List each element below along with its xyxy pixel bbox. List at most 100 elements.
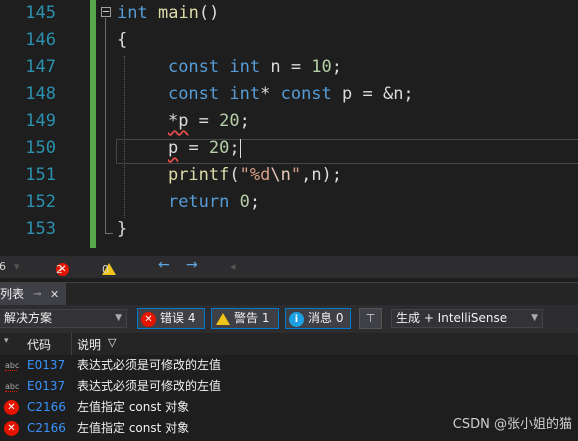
build-value: 生成 + IntelliSense [396, 311, 508, 325]
error-code-link[interactable]: E0137 [27, 376, 65, 397]
zoom-level[interactable]: 6 [0, 260, 6, 273]
fold-line [105, 18, 106, 234]
code-line[interactable]: } [117, 216, 127, 243]
error-list-header: 列表 ⊸ ✕ [0, 282, 578, 306]
navigate-forward-icon[interactable]: → [186, 257, 198, 273]
build-intellisense-dropdown[interactable]: 生成 + IntelliSense ▼ [391, 309, 543, 328]
column-header-description[interactable]: 说明 [77, 336, 101, 353]
code-token: 20 [219, 111, 240, 131]
collapse-arrow-icon[interactable]: ▾ [4, 336, 9, 346]
change-tracking-bar [90, 0, 96, 248]
warnings-filter-label: 警告 1 [234, 311, 270, 325]
editor-status-bar: 6 ▾ ✕ 2 0 ← → ◂ [0, 256, 578, 278]
code-line[interactable]: int main() [117, 0, 219, 27]
watermark: CSDN @张小姐的猫 [452, 417, 572, 432]
column-header-code[interactable]: 代码 [27, 336, 51, 353]
abc-icon: abc [5, 376, 19, 397]
scroll-left-icon[interactable]: ◂ [230, 260, 236, 273]
warning-count: 0 [102, 263, 109, 276]
fold-line-end [105, 233, 113, 234]
code-line[interactable]: const int* const p = &n; [127, 81, 414, 108]
scope-value: 解决方案 [4, 311, 53, 325]
scope-dropdown[interactable]: 解决方案 ▼ [0, 309, 127, 328]
line-number: 152 [25, 192, 56, 212]
code-token: const [167, 84, 220, 104]
navigate-back-icon[interactable]: ← [158, 257, 170, 273]
error-icon: ✕ [141, 312, 156, 327]
column-divider[interactable] [71, 333, 72, 355]
error-code-link[interactable]: E0137 [27, 355, 65, 376]
code-token: "%d [239, 165, 271, 185]
error-code-link[interactable]: C2166 [27, 418, 66, 439]
close-icon[interactable]: ✕ [50, 283, 59, 306]
code-line[interactable]: const int n = 10; [127, 54, 342, 81]
tab-label: 列表 [0, 287, 25, 301]
code-token: int [229, 84, 261, 104]
error-description: 左值指定 const 对象 [77, 400, 190, 414]
collapse-toggle-icon[interactable] [101, 7, 111, 17]
error-list-toolbar: 解决方案 ▼ ✕ 错误 4 警告 1 i 消息 0 ⊤ 生成 + Intelli… [0, 305, 578, 333]
code-token: ; [229, 138, 240, 158]
line-number: 150 [25, 138, 56, 158]
line-number: 149 [25, 111, 56, 131]
code-token: " [290, 165, 302, 185]
error-count: 2 [56, 263, 63, 276]
code-token: \n [270, 165, 291, 185]
text-caret [239, 138, 241, 158]
error-icon: ✕ [4, 421, 19, 436]
line-number: 147 [25, 57, 56, 77]
code-token: n = [260, 57, 312, 77]
chevron-down-icon: ▼ [531, 313, 538, 323]
warning-icon [216, 313, 230, 325]
code-token: p [167, 138, 179, 158]
code-token: = [188, 111, 220, 131]
line-number: 151 [25, 165, 56, 185]
code-line[interactable]: p = 20; [127, 135, 241, 162]
error-list-row[interactable]: abc E0137 表达式必须是可修改的左值 [0, 355, 578, 376]
code-token: ( [229, 165, 240, 185]
dropdown-arrow-icon[interactable]: ▾ [14, 260, 20, 273]
line-number: 146 [25, 30, 56, 50]
error-description: 表达式必须是可修改的左值 [77, 358, 222, 372]
code-token: { [117, 30, 128, 50]
messages-filter-button[interactable]: i 消息 0 [285, 308, 351, 329]
code-token: 10 [311, 57, 332, 77]
code-editor[interactable]: 145 146 147 148 149 150 151 152 153 int main(){ … [0, 0, 578, 256]
code-token: printf [167, 165, 230, 185]
code-token: ; [331, 57, 343, 77]
errors-filter-label: 错误 4 [160, 311, 196, 325]
info-icon: i [289, 312, 304, 327]
line-number: 148 [25, 84, 56, 104]
code-token: ; [239, 111, 250, 131]
abc-icon: abc [5, 355, 19, 376]
messages-filter-label: 消息 0 [308, 311, 344, 325]
tab-error-list[interactable]: 列表 ⊸ ✕ [0, 283, 66, 306]
errors-filter-button[interactable]: ✕ 错误 4 [137, 308, 205, 329]
code-token: const [167, 57, 220, 77]
code-token: *p [167, 111, 189, 131]
code-line[interactable]: return 0; [127, 189, 260, 216]
code-token: ,n); [301, 165, 343, 185]
warnings-filter-button[interactable]: 警告 1 [211, 308, 279, 329]
error-code-link[interactable]: C2166 [27, 397, 66, 418]
chevron-down-icon: ▼ [115, 313, 122, 323]
code-line[interactable]: { [117, 27, 127, 54]
code-token: ; [249, 192, 261, 212]
pin-icon[interactable]: ⊸ [33, 283, 41, 306]
error-description: 表达式必须是可修改的左值 [77, 379, 222, 393]
error-list-row[interactable]: abc E0137 表达式必须是可修改的左值 [0, 376, 578, 397]
filter-dropdown-icon[interactable]: ▽ [108, 336, 116, 349]
error-description: 左值指定 const 对象 [77, 421, 190, 435]
code-line[interactable]: *p = 20; [127, 108, 250, 135]
code-token: int [117, 3, 148, 23]
filter-icon[interactable]: ⊤ [359, 308, 382, 329]
code-line[interactable]: printf("%d\n",n); [127, 162, 342, 189]
